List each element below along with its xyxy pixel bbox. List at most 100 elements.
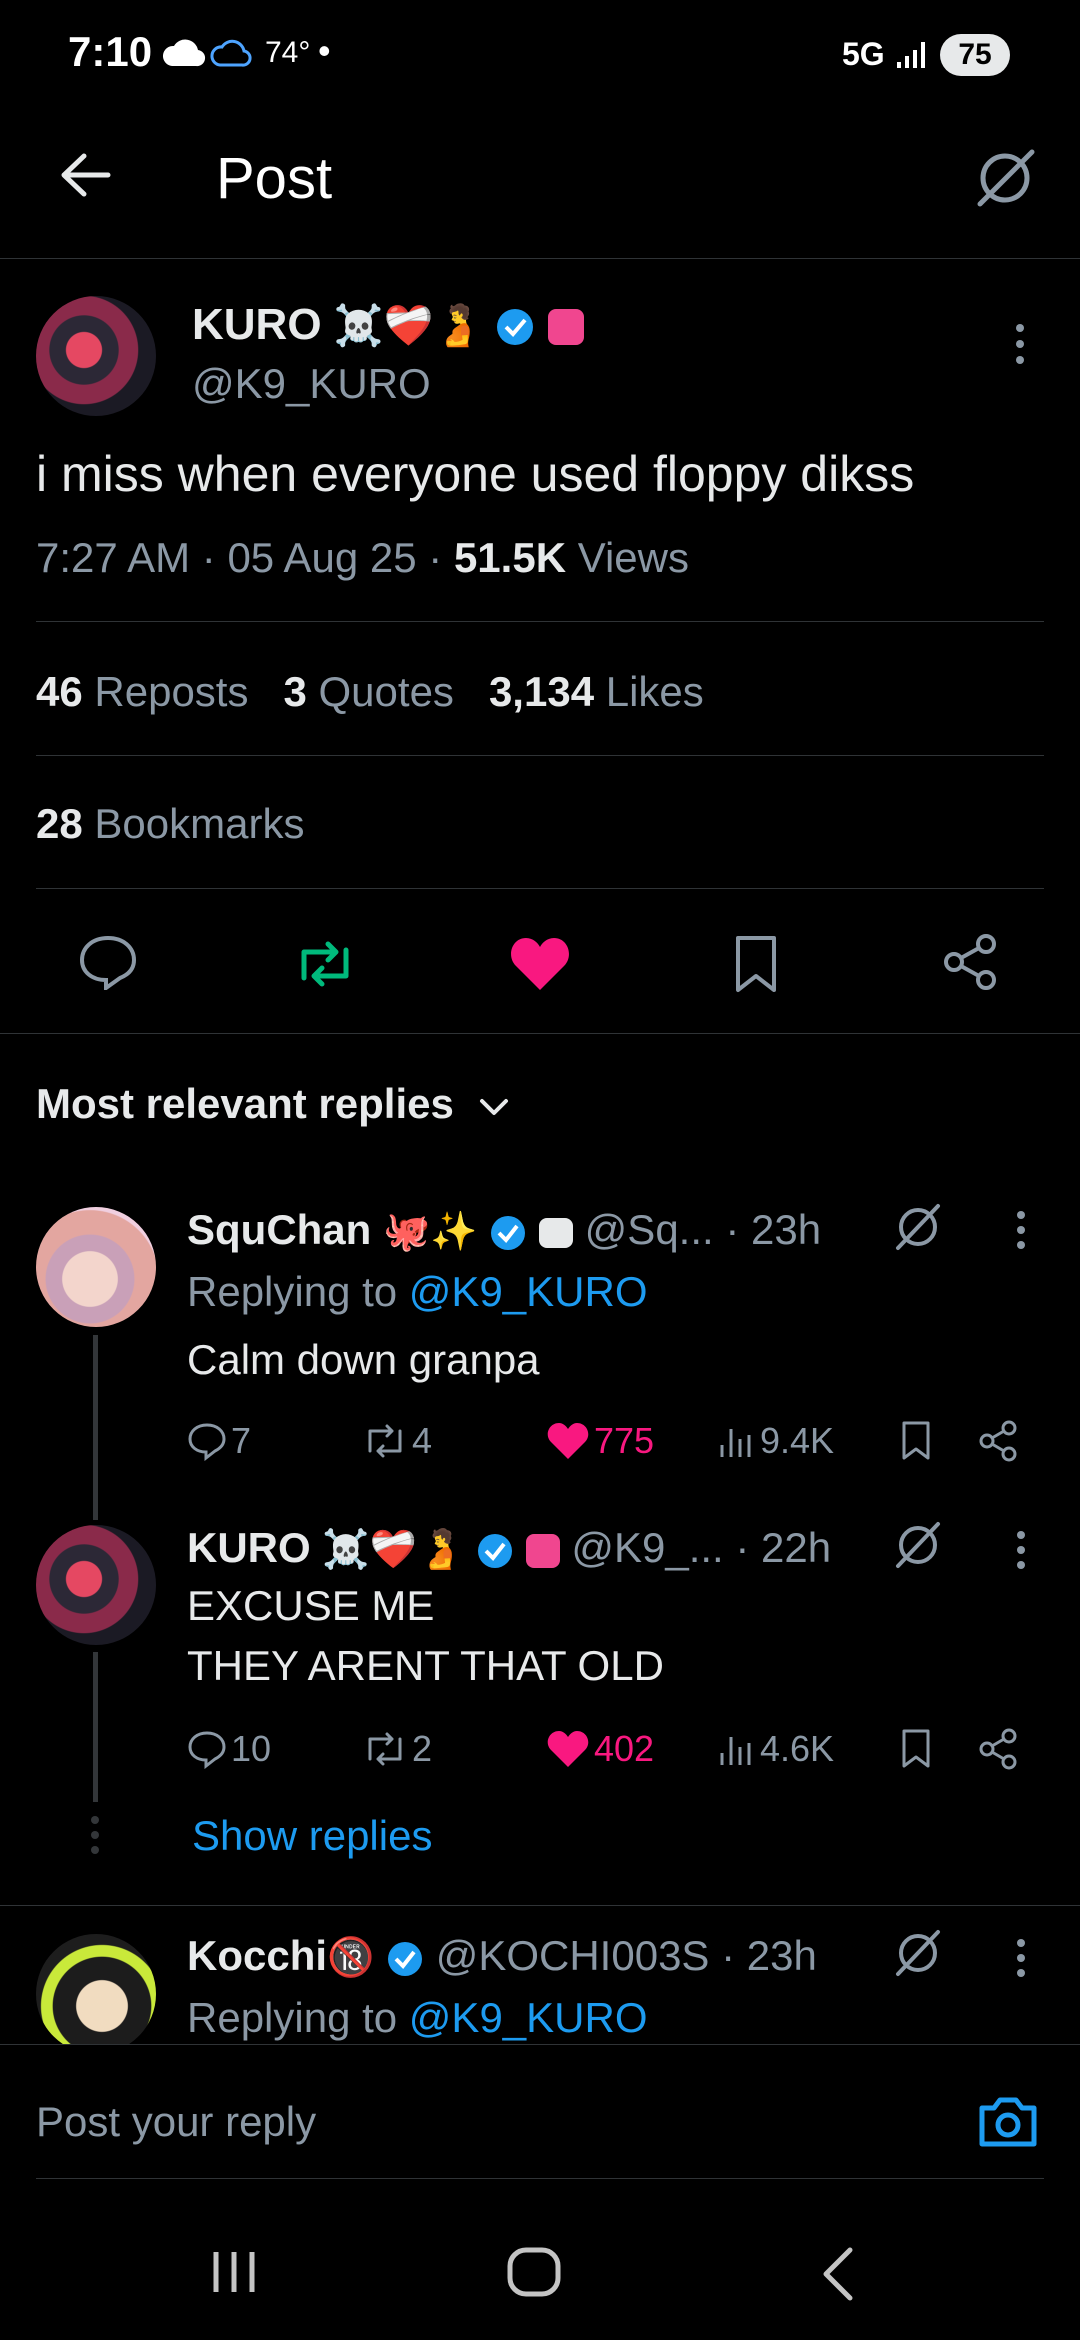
- bookmarks-count: 28: [36, 800, 83, 847]
- thread-line: [93, 1652, 98, 1802]
- reposts-stat[interactable]: 46 Reposts: [36, 668, 248, 715]
- reply-like-button[interactable]: 402: [546, 1728, 654, 1770]
- reply-like-button[interactable]: 775: [546, 1420, 654, 1462]
- more-options-icon[interactable]: [1016, 1938, 1026, 1978]
- bookmark-icon[interactable]: [900, 1420, 932, 1462]
- reply-comments-count: 7: [231, 1420, 252, 1461]
- post-author-name: KURO: [192, 300, 322, 349]
- post-views-label: Views: [577, 534, 689, 581]
- person-emoji-icon: 🫄: [417, 1529, 465, 1571]
- reply-repost-button[interactable]: 2: [362, 1728, 432, 1770]
- battery-indicator: 75: [940, 34, 1010, 76]
- thread-line: [93, 1335, 98, 1520]
- reposts-label: Reposts: [94, 668, 249, 715]
- grok-icon[interactable]: [892, 1928, 944, 1978]
- divider: [36, 2178, 1044, 2179]
- back-arrow-icon[interactable]: [56, 150, 112, 200]
- quotes-label: Quotes: [318, 668, 454, 715]
- divider: [36, 621, 1044, 622]
- avatar[interactable]: [36, 296, 156, 416]
- replying-to-handle[interactable]: @K9_KURO: [409, 1268, 648, 1315]
- skull-emoji-icon: ☠️: [322, 1529, 370, 1571]
- like-icon: [547, 1423, 589, 1459]
- likes-count: 3,134: [488, 668, 595, 715]
- reply-repost-button[interactable]: 4: [362, 1420, 432, 1462]
- more-options-icon[interactable]: [1016, 1530, 1026, 1570]
- composer-divider: [0, 2044, 1080, 2045]
- reply-author-row[interactable]: KURO ☠️❤️‍🩹🫄 @K9_... · 22h: [187, 1524, 831, 1572]
- divider: [0, 1033, 1080, 1034]
- system-navigation-bar: [0, 2200, 1080, 2340]
- quotes-stat[interactable]: 3 Quotes: [283, 668, 453, 715]
- reply-icon[interactable]: [78, 934, 138, 990]
- views-icon: [720, 1429, 751, 1457]
- reply-author-name: SquChan: [187, 1206, 372, 1253]
- more-options-icon[interactable]: [1012, 322, 1028, 366]
- post-time: 7:27 AM: [36, 534, 191, 581]
- grok-icon[interactable]: [972, 148, 1038, 208]
- reply-author-name: KURO: [187, 1524, 311, 1571]
- reply-author-row[interactable]: Kocchi🔞 @KOCHI003S · 23h: [187, 1932, 817, 1980]
- page-title: Post: [216, 146, 333, 211]
- replying-to: Replying to @K9_KURO: [187, 1268, 648, 1316]
- likes-stat[interactable]: 3,134 Likes: [489, 668, 704, 715]
- reply-likes-count: 775: [594, 1420, 655, 1461]
- person-emoji-icon: 🫄: [433, 304, 484, 348]
- post-views-count: 51.5K: [453, 534, 567, 581]
- grok-icon[interactable]: [892, 1520, 944, 1570]
- avatar[interactable]: [36, 1934, 156, 2044]
- bookmarks-stat[interactable]: 28 Bookmarks: [36, 800, 304, 848]
- recent-apps-icon[interactable]: [210, 2248, 258, 2296]
- affiliate-badge-icon: [525, 1533, 560, 1568]
- back-icon[interactable]: [818, 2246, 858, 2302]
- status-network: 5G: [842, 36, 885, 72]
- bookmark-icon[interactable]: [732, 934, 780, 994]
- post-author-handle[interactable]: @K9_KURO: [192, 360, 431, 408]
- camera-icon[interactable]: [976, 2092, 1040, 2150]
- verified-badge-icon: [497, 309, 534, 346]
- reply-time: 23h: [751, 1206, 822, 1253]
- notification-dot-icon: •: [318, 30, 331, 71]
- reply-views-button[interactable]: 4.6K: [718, 1728, 834, 1770]
- reply-author-row[interactable]: SquChan 🐙✨ @Sq... · 23h: [187, 1206, 821, 1254]
- share-icon[interactable]: [978, 1420, 1018, 1462]
- sparkles-emoji-icon: ✨: [430, 1211, 478, 1253]
- chevron-down-icon: [479, 1098, 508, 1115]
- share-icon[interactable]: [942, 932, 1000, 992]
- replying-to-prefix: Replying to: [187, 1994, 398, 2041]
- skull-emoji-icon: ☠️: [333, 304, 384, 348]
- engagement-stats: 46 Reposts 3 Quotes 3,134 Likes: [36, 668, 704, 716]
- cloud-icon: [162, 39, 206, 67]
- reply-comment-button[interactable]: 10: [187, 1728, 271, 1770]
- reply-input[interactable]: Post your reply: [36, 2098, 316, 2146]
- share-icon[interactable]: [978, 1728, 1018, 1770]
- bookmarks-label: Bookmarks: [94, 800, 305, 847]
- show-replies-link[interactable]: Show replies: [192, 1812, 432, 1860]
- verified-badge-icon: [478, 1533, 512, 1568]
- repost-icon[interactable]: [292, 938, 358, 990]
- verified-badge-icon: [491, 1215, 526, 1250]
- reply-time: 22h: [761, 1524, 832, 1571]
- reply-author-handle: @Sq...: [584, 1206, 714, 1253]
- bandaged-heart-emoji-icon: ❤️‍🩹: [369, 1529, 417, 1571]
- reply-views-button[interactable]: 9.4K: [718, 1420, 834, 1462]
- bandaged-heart-emoji-icon: ❤️‍🩹: [383, 304, 434, 348]
- replies-sort-dropdown[interactable]: Most relevant replies: [36, 1080, 512, 1128]
- affiliate-badge-icon: [547, 309, 584, 346]
- reply-reposts-count: 4: [412, 1420, 433, 1461]
- replying-to-handle[interactable]: @K9_KURO: [409, 1994, 648, 2041]
- home-icon[interactable]: [506, 2246, 562, 2298]
- no-under-18-emoji-icon: 🔞: [327, 1937, 375, 1979]
- reply-text-line: EXCUSE ME: [187, 1582, 435, 1629]
- likes-label: Likes: [605, 668, 704, 715]
- reply-comment-button[interactable]: 7: [187, 1420, 251, 1462]
- grok-icon[interactable]: [892, 1202, 944, 1252]
- views-icon: [720, 1737, 751, 1765]
- more-options-icon[interactable]: [1016, 1210, 1026, 1250]
- avatar[interactable]: [36, 1207, 156, 1327]
- bookmark-icon[interactable]: [900, 1728, 932, 1770]
- post-author-name-row[interactable]: KURO ☠️❤️‍🩹🫄: [192, 300, 584, 350]
- reply-item-clip: Kocchi🔞 @KOCHI003S · 23h Replying to @K9…: [0, 1906, 1080, 2044]
- like-icon[interactable]: [508, 934, 572, 992]
- avatar[interactable]: [36, 1525, 156, 1645]
